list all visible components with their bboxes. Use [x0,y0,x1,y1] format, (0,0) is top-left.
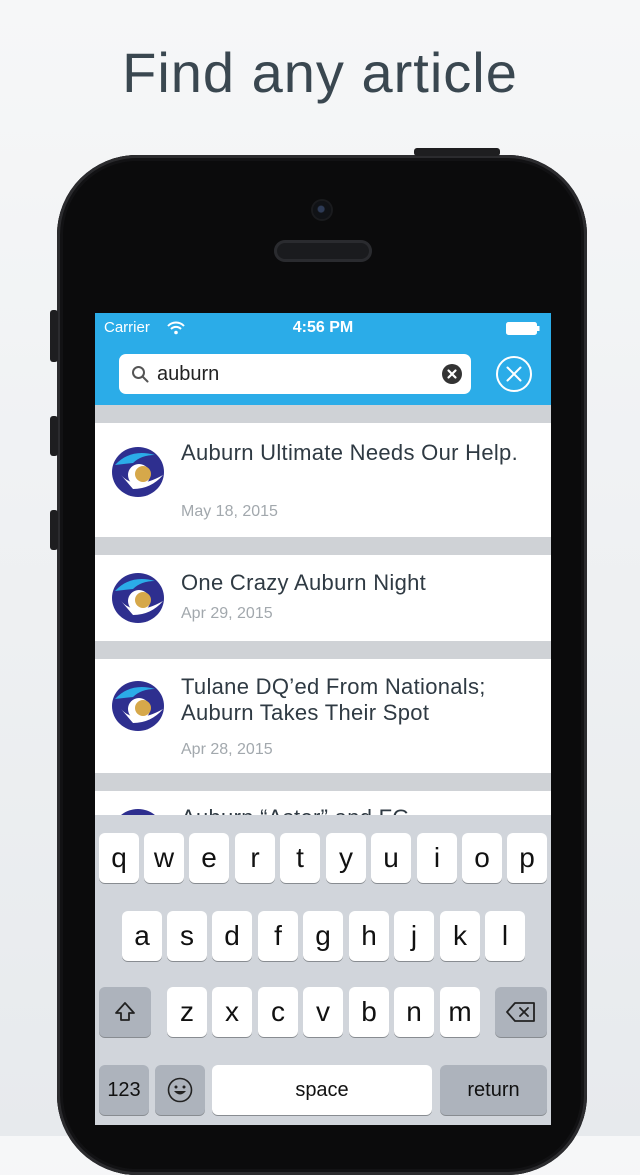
key-h[interactable]: h [349,911,389,961]
key-g[interactable]: g [303,911,343,961]
key-y[interactable]: y [326,833,366,883]
list-item[interactable]: One Crazy Auburn Night Apr 29, 2015 [95,555,551,641]
shift-icon [115,1002,135,1021]
status-time: 4:56 PM [292,319,354,336]
list-item[interactable]: Auburn Ultimate Needs Our Help. May 18, … [95,423,551,537]
emoji-key[interactable] [155,1065,205,1115]
search-input[interactable] [157,361,427,387]
article-date: May 18, 2015 [181,503,278,520]
article-title: Tulane DQ’ed From Nationals; Auburn Take… [181,674,486,725]
key-z[interactable]: z [167,987,207,1037]
volume-up-button [50,416,58,456]
search-icon [132,366,149,383]
key-m[interactable]: m [440,987,480,1037]
numbers-key[interactable]: 123 [99,1065,149,1115]
mute-switch [50,310,58,362]
keyboard: q w e r t y u i o p a s d f g h j k l z … [95,815,551,1125]
article-date: Apr 28, 2015 [181,741,273,758]
key-p[interactable]: p [507,833,547,883]
key-l[interactable]: l [485,911,525,961]
front-camera [313,201,331,219]
key-a[interactable]: a [122,911,162,961]
battery-icon [506,322,540,335]
key-k[interactable]: k [440,911,480,961]
article-date: Apr 29, 2015 [181,605,273,622]
publication-logo-icon [112,681,164,731]
return-key[interactable]: return [440,1065,547,1115]
article-title: Auburn Ultimate Needs Our Help. [181,440,519,465]
key-f[interactable]: f [258,911,298,961]
volume-down-button [50,510,58,550]
key-c[interactable]: c [258,987,298,1037]
list-item[interactable]: Tulane DQ’ed From Nationals; Auburn Take… [95,659,551,773]
key-j[interactable]: j [394,911,434,961]
key-w[interactable]: w [144,833,184,883]
page-headline: Find any article [122,41,518,104]
key-s[interactable]: s [167,911,207,961]
power-button [414,148,500,156]
emoji-icon [167,1077,193,1103]
clear-icon[interactable] [442,364,462,384]
article-title: One Crazy Auburn Night [181,570,427,595]
shift-key[interactable] [99,987,151,1037]
key-x[interactable]: x [212,987,252,1037]
key-v[interactable]: v [303,987,343,1037]
earpiece-speaker [274,240,372,262]
key-u[interactable]: u [371,833,411,883]
key-e[interactable]: e [189,833,229,883]
phone-screen: Carrier 4:56 PM auburn Auburn Ultimate N… [95,313,551,1125]
key-b[interactable]: b [349,987,389,1037]
close-search-icon[interactable] [495,355,533,393]
search-field[interactable] [119,354,471,394]
publication-logo-icon [112,573,164,623]
backspace-key[interactable] [495,987,547,1037]
search-header: Carrier 4:56 PM [95,313,551,405]
key-o[interactable]: o [462,833,502,883]
key-q[interactable]: q [99,833,139,883]
key-t[interactable]: t [280,833,320,883]
space-key[interactable]: space [212,1065,432,1115]
key-r[interactable]: r [235,833,275,883]
key-n[interactable]: n [394,987,434,1037]
publication-logo-icon [112,447,164,497]
backspace-icon [506,1002,535,1022]
key-i[interactable]: i [417,833,457,883]
status-bar: Carrier 4:56 PM [95,319,551,339]
key-d[interactable]: d [212,911,252,961]
